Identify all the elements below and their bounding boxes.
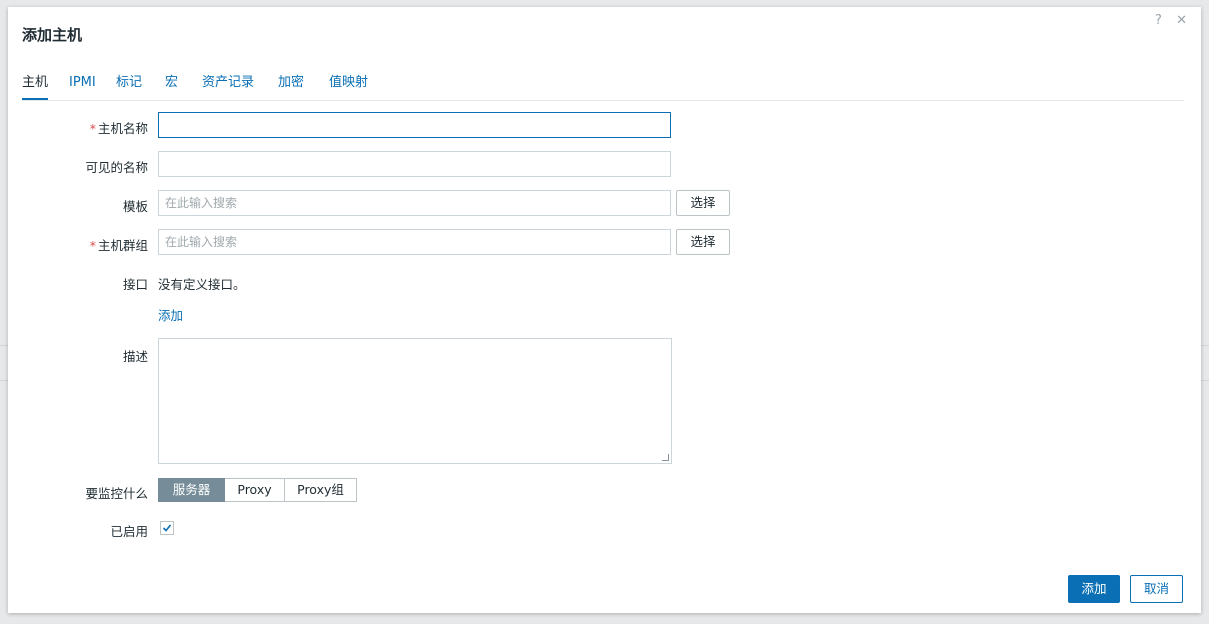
monitored-by-segmented-control: 服务器 Proxy Proxy组 [158,478,357,502]
templates-search-input[interactable] [158,190,671,216]
host-groups-select-button[interactable]: 选择 [676,229,730,255]
monitored-by-proxy-option[interactable]: Proxy [225,478,285,502]
close-icon[interactable]: ✕ [1176,13,1187,28]
tab-encryption[interactable]: 加密 [278,75,304,99]
visible-name-label: 可见的名称 [85,160,148,175]
enabled-checkbox[interactable] [160,521,174,535]
cancel-button[interactable]: 取消 [1130,575,1183,603]
add-button[interactable]: 添加 [1068,575,1120,603]
monitored-by-proxy-group-option[interactable]: Proxy组 [285,478,357,502]
no-interfaces-text: 没有定义接口。 [158,277,246,292]
tab-inventory[interactable]: 资产记录 [202,75,254,99]
host-name-label: * 主机名称 [89,121,148,136]
monitored-by-server-option[interactable]: 服务器 [158,478,225,502]
enabled-label: 已启用 [110,524,148,539]
background-divider [1201,380,1209,381]
tab-host[interactable]: 主机 [22,75,49,100]
dialog-header-icons: ? ✕ [1145,13,1187,28]
add-interface-link[interactable]: 添加 [158,305,183,324]
tab-value-mapping[interactable]: 值映射 [329,75,368,99]
tab-bar: 主机 IPMI 标记 宏 资产记录 加密 值映射 [22,75,1184,101]
host-name-input[interactable] [158,112,671,138]
checkmark-icon [162,524,172,532]
required-mark: * [89,238,96,253]
tab-tags[interactable]: 标记 [116,75,142,99]
required-mark: * [89,121,96,136]
templates-label: 模板 [122,199,148,214]
templates-select-button[interactable]: 选择 [676,190,730,216]
background-divider [0,380,8,381]
monitored-by-label: 要监控什么 [85,486,148,501]
interfaces-label: 接口 [122,277,148,292]
tab-ipmi[interactable]: IPMI [69,75,96,99]
tab-macros[interactable]: 宏 [165,75,178,99]
background-divider [0,345,8,346]
visible-name-input[interactable] [158,151,671,177]
description-textarea[interactable] [158,338,672,464]
add-host-dialog: 添加主机 ? ✕ 主机 IPMI 标记 宏 资产记录 加密 值映射 * 主机名称 … [8,7,1201,613]
host-groups-label: * 主机群组 [89,238,148,253]
dialog-title: 添加主机 [22,26,83,44]
background-divider [1201,345,1209,346]
host-groups-search-input[interactable] [158,229,671,255]
resize-handle-icon[interactable] [662,454,669,461]
help-icon[interactable]: ? [1155,13,1162,28]
description-label: 描述 [122,349,148,364]
